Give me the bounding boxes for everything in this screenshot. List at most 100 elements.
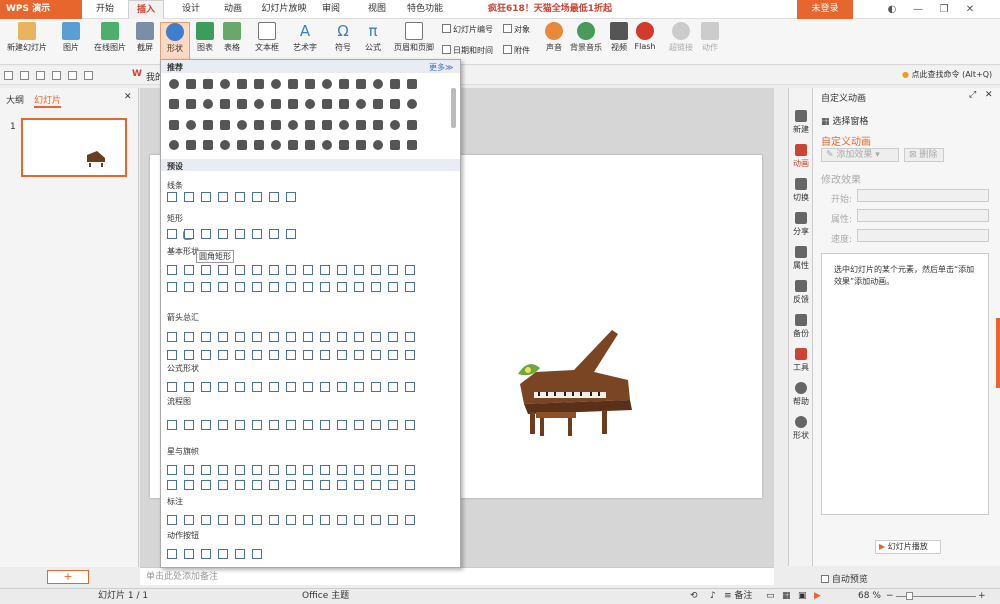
chart-button[interactable]: 图表 bbox=[192, 22, 218, 53]
command-search[interactable]: ● 点此查找命令 (Alt+Q) bbox=[902, 69, 992, 80]
minimize-icon[interactable]: — bbox=[906, 0, 930, 19]
shape-thumbnail[interactable] bbox=[201, 515, 211, 525]
shape-thumbnail[interactable] bbox=[271, 99, 281, 109]
tab-slides[interactable]: 幻灯片 bbox=[34, 93, 62, 108]
shape-thumbnail[interactable] bbox=[167, 350, 177, 360]
maximize-icon[interactable]: ❐ bbox=[932, 0, 956, 19]
fit-icon[interactable]: ⟲ bbox=[690, 589, 698, 604]
shape-thumbnail[interactable] bbox=[320, 282, 330, 292]
shape-thumbnail[interactable] bbox=[354, 480, 364, 490]
tab-slideshow[interactable]: 幻灯片放映 bbox=[256, 0, 312, 19]
shape-thumbnail[interactable] bbox=[169, 120, 179, 130]
shape-thumbnail[interactable] bbox=[235, 480, 245, 490]
property-select[interactable] bbox=[857, 209, 989, 222]
shape-thumbnail[interactable] bbox=[322, 99, 332, 109]
shape-thumbnail[interactable] bbox=[252, 480, 262, 490]
sorter-view-icon[interactable]: ▦ bbox=[782, 589, 791, 604]
shape-thumbnail[interactable] bbox=[320, 332, 330, 342]
shape-thumbnail[interactable] bbox=[405, 465, 415, 475]
shape-thumbnail[interactable] bbox=[252, 465, 262, 475]
shape-thumbnail[interactable] bbox=[269, 382, 279, 392]
shape-thumbnail[interactable] bbox=[184, 332, 194, 342]
shape-thumbnail[interactable] bbox=[203, 99, 213, 109]
shape-thumbnail[interactable] bbox=[252, 382, 262, 392]
shape-thumbnail[interactable] bbox=[218, 332, 228, 342]
app-logo[interactable]: WPS 演示 bbox=[0, 0, 82, 19]
shape-thumbnail[interactable] bbox=[388, 465, 398, 475]
shape-thumbnail[interactable] bbox=[269, 282, 279, 292]
sound-icon[interactable]: ♪ bbox=[710, 589, 716, 604]
shape-thumbnail[interactable] bbox=[167, 192, 177, 202]
shape-thumbnail[interactable] bbox=[218, 229, 228, 239]
shape-thumbnail[interactable] bbox=[388, 480, 398, 490]
shape-thumbnail[interactable] bbox=[286, 332, 296, 342]
shape-thumbnail[interactable] bbox=[252, 282, 262, 292]
shape-thumbnail[interactable] bbox=[371, 382, 381, 392]
shape-thumbnail[interactable] bbox=[390, 140, 400, 150]
shape-thumbnail[interactable] bbox=[337, 382, 347, 392]
zoom-thumb[interactable] bbox=[906, 592, 913, 600]
zoom-out-icon[interactable]: − bbox=[886, 589, 894, 604]
shape-thumbnail[interactable] bbox=[184, 420, 194, 430]
shape-thumbnail[interactable] bbox=[373, 140, 383, 150]
shape-thumbnail[interactable] bbox=[339, 120, 349, 130]
shape-thumbnail[interactable] bbox=[371, 350, 381, 360]
shape-thumbnail[interactable] bbox=[169, 140, 179, 150]
shape-thumbnail[interactable] bbox=[254, 140, 264, 150]
save-icon[interactable] bbox=[20, 71, 29, 80]
action-button[interactable]: 动作 bbox=[698, 22, 722, 53]
shape-thumbnail[interactable] bbox=[286, 420, 296, 430]
shape-thumbnail[interactable] bbox=[405, 350, 415, 360]
shape-thumbnail[interactable] bbox=[405, 282, 415, 292]
shape-thumbnail[interactable] bbox=[405, 515, 415, 525]
shape-thumbnail[interactable] bbox=[286, 382, 296, 392]
shape-thumbnail[interactable] bbox=[252, 332, 262, 342]
shape-thumbnail[interactable] bbox=[371, 420, 381, 430]
shape-thumbnail[interactable] bbox=[186, 120, 196, 130]
shape-thumbnail[interactable] bbox=[320, 480, 330, 490]
shape-thumbnail[interactable] bbox=[371, 282, 381, 292]
shape-thumbnail[interactable] bbox=[252, 265, 262, 275]
shape-thumbnail[interactable] bbox=[218, 282, 228, 292]
slideshow-view-icon[interactable]: ▶ bbox=[814, 589, 821, 604]
shape-thumbnail[interactable] bbox=[407, 140, 417, 150]
shape-thumbnail[interactable] bbox=[354, 350, 364, 360]
shape-thumbnail[interactable] bbox=[167, 480, 177, 490]
shape-thumbnail[interactable] bbox=[235, 515, 245, 525]
shape-thumbnail[interactable] bbox=[235, 265, 245, 275]
vtool-properties[interactable]: 属性 bbox=[789, 246, 813, 271]
shape-thumbnail[interactable] bbox=[303, 515, 313, 525]
shape-thumbnail[interactable] bbox=[220, 99, 230, 109]
shape-thumbnail[interactable] bbox=[286, 350, 296, 360]
shape-thumbnail[interactable] bbox=[337, 282, 347, 292]
shape-thumbnail[interactable] bbox=[303, 480, 313, 490]
shape-thumbnail[interactable] bbox=[237, 140, 247, 150]
shape-thumbnail[interactable] bbox=[407, 120, 417, 130]
shape-thumbnail[interactable] bbox=[337, 265, 347, 275]
shape-thumbnail[interactable] bbox=[390, 79, 400, 89]
shape-thumbnail[interactable] bbox=[167, 282, 177, 292]
shape-thumbnail[interactable] bbox=[237, 79, 247, 89]
shape-thumbnail[interactable] bbox=[371, 465, 381, 475]
shape-thumbnail[interactable] bbox=[320, 515, 330, 525]
notes-area[interactable]: 单击此处添加备注 bbox=[140, 567, 774, 585]
shape-thumbnail[interactable] bbox=[218, 382, 228, 392]
shape-thumbnail[interactable] bbox=[269, 480, 279, 490]
shape-thumbnail[interactable] bbox=[337, 350, 347, 360]
shape-thumbnail[interactable] bbox=[337, 465, 347, 475]
vtool-shape[interactable]: 形状 bbox=[789, 416, 813, 441]
shape-thumbnail[interactable] bbox=[288, 99, 298, 109]
header-footer-button[interactable]: 页眉和页脚 bbox=[392, 22, 436, 53]
tab-design[interactable]: 设计 bbox=[176, 0, 206, 19]
shape-thumbnail[interactable] bbox=[288, 140, 298, 150]
vtool-tools[interactable]: 工具 bbox=[789, 348, 813, 373]
slide-thumbnail[interactable] bbox=[21, 118, 127, 177]
shape-thumbnail[interactable] bbox=[269, 229, 279, 239]
shape-thumbnail[interactable] bbox=[235, 465, 245, 475]
shape-thumbnail[interactable] bbox=[320, 265, 330, 275]
shape-thumbnail[interactable] bbox=[252, 420, 262, 430]
skin-icon[interactable]: ◐ bbox=[880, 0, 904, 19]
shape-thumbnail[interactable] bbox=[356, 140, 366, 150]
shape-thumbnail[interactable] bbox=[269, 420, 279, 430]
shape-thumbnail[interactable] bbox=[388, 282, 398, 292]
